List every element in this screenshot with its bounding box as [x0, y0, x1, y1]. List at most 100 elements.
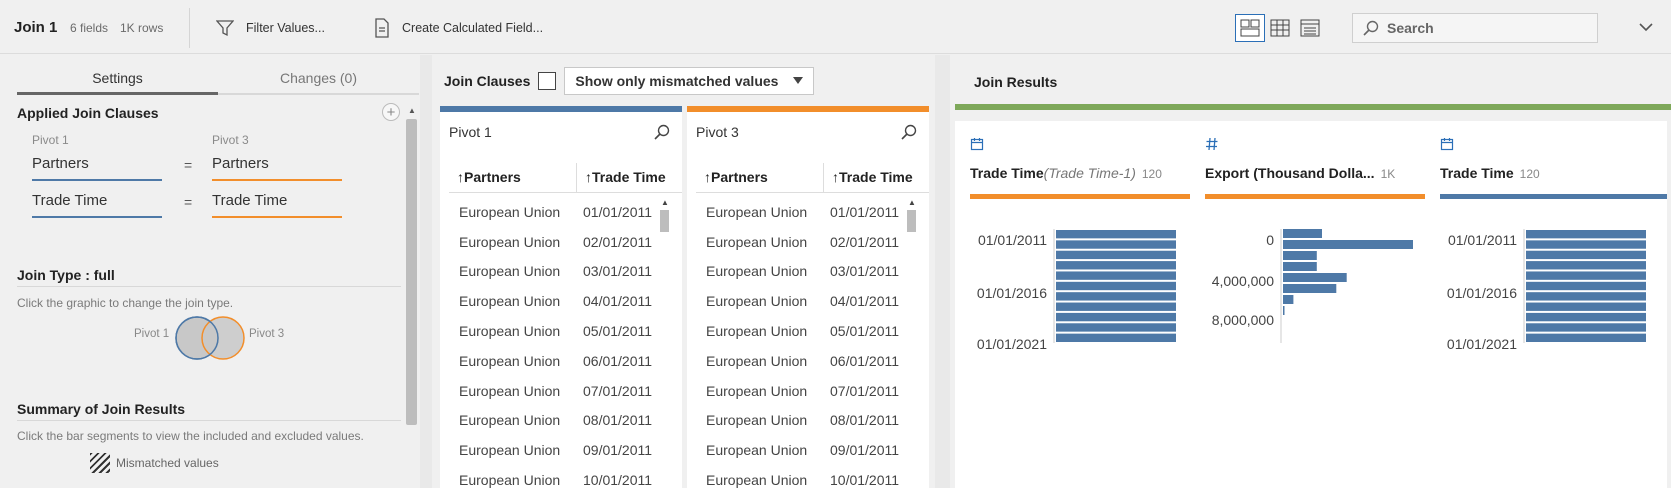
- table-row[interactable]: European Union 04/01/2011: [696, 286, 906, 316]
- histogram[interactable]: 01/01/2011 01/01/2016 01/01/2021: [955, 221, 1197, 361]
- clause-right-field[interactable]: Partners: [212, 155, 342, 181]
- settings-scrollbar[interactable]: [406, 119, 417, 425]
- join-clause-table: Pivot 3 ↑Partners ↑Trade Time European U…: [687, 106, 929, 488]
- histogram-bar: [1283, 251, 1317, 260]
- field-name: Export (Thousand Dolla... 1K: [1205, 165, 1396, 181]
- table-row[interactable]: European Union 06/01/2011: [696, 346, 906, 376]
- column-header-partners[interactable]: ↑Partners: [449, 163, 577, 192]
- column-header-partners[interactable]: ↑Partners: [696, 163, 824, 192]
- clause-left-field[interactable]: Trade Time: [32, 192, 162, 218]
- table-row[interactable]: European Union 06/01/2011: [449, 346, 659, 376]
- tab-settings[interactable]: Settings: [17, 61, 218, 95]
- profile-view-button[interactable]: [1235, 14, 1265, 42]
- add-join-clause-button[interactable]: +: [382, 103, 400, 121]
- profile-card[interactable]: Trade Time 120 01/01/2011 01/01/2016 01/01/2…: [1425, 121, 1667, 488]
- histogram-bar: [1526, 312, 1646, 322]
- histogram-bar: [1526, 333, 1646, 342]
- table-row[interactable]: European Union 10/01/2011: [449, 465, 659, 488]
- partners-cell: European Union: [706, 263, 808, 280]
- clause-left-field[interactable]: Partners: [32, 155, 162, 181]
- table-row[interactable]: European Union 05/01/2011: [449, 316, 659, 346]
- filter-values-button[interactable]: Filter Values...: [216, 16, 325, 40]
- panel-divider[interactable]: [420, 55, 432, 488]
- join-type-help: Click the graphic to change the join typ…: [17, 296, 234, 310]
- dropdown-arrow-icon: [793, 77, 804, 84]
- mismatched-values-legend[interactable]: Mismatched values: [90, 453, 219, 473]
- settings-tabs: Settings Changes (0): [17, 61, 419, 95]
- histogram-bar: [1056, 271, 1176, 280]
- venn-left-label: Pivot 1: [134, 328, 170, 340]
- table-row[interactable]: European Union 07/01/2011: [449, 376, 659, 406]
- right-source-label: Pivot 3: [212, 133, 249, 147]
- show-mismatched-checkbox[interactable]: [538, 72, 557, 90]
- partners-cell: European Union: [459, 472, 561, 488]
- filter-values-label: Filter Values...: [246, 21, 325, 35]
- table-row[interactable]: European Union 07/01/2011: [696, 376, 906, 406]
- table-row[interactable]: European Union 09/01/2011: [449, 435, 659, 465]
- table-row[interactable]: European Union 08/01/2011: [696, 406, 906, 436]
- table-row[interactable]: European Union 10/01/2011: [696, 465, 906, 488]
- hash-icon: [1206, 137, 1218, 151]
- clause-operator[interactable]: =: [184, 157, 192, 173]
- table-scrollbar[interactable]: ▲: [907, 198, 917, 232]
- partners-cell: European Union: [459, 233, 561, 250]
- table-row[interactable]: European Union 01/01/2011: [696, 197, 906, 227]
- table-row[interactable]: European Union 02/01/2011: [449, 227, 659, 257]
- column-header-trade-time[interactable]: ↑Trade Time: [577, 163, 677, 192]
- chevron-down-icon[interactable]: [1638, 19, 1654, 35]
- join-results-title: Join Results: [974, 74, 1058, 90]
- table-row[interactable]: European Union 08/01/2011: [449, 406, 659, 436]
- histogram-bar: [1056, 250, 1176, 260]
- table-scrollbar[interactable]: ▲: [660, 198, 670, 232]
- join-clauses-header: Join Clauses Show only mismatched values: [444, 67, 815, 95]
- view-toggle: [1235, 14, 1325, 42]
- column-header-trade-time[interactable]: ↑Trade Time: [824, 163, 924, 192]
- clause-right-field[interactable]: Trade Time: [212, 192, 342, 218]
- distinct-count: 1K: [1380, 167, 1396, 181]
- create-calculated-field-button[interactable]: Create Calculated Field...: [374, 16, 543, 40]
- partners-cell: European Union: [706, 382, 808, 399]
- partners-cell: European Union: [459, 442, 561, 459]
- search-icon[interactable]: [901, 124, 917, 140]
- table-row[interactable]: European Union 02/01/2011: [696, 227, 906, 257]
- profile-card[interactable]: Trade Time(Trade Time-1) 120 01/01/2011 01/…: [955, 121, 1197, 488]
- table-name: Pivot 1: [449, 124, 492, 140]
- partners-cell: European Union: [706, 442, 808, 459]
- join-type-venn-diagram[interactable]: [175, 315, 247, 361]
- row-count: 1K rows: [120, 21, 164, 35]
- partners-cell: European Union: [706, 412, 808, 429]
- table-row[interactable]: European Union 05/01/2011: [696, 316, 906, 346]
- panel-divider[interactable]: [935, 55, 950, 488]
- search-box[interactable]: [1352, 13, 1598, 43]
- histogram[interactable]: 01/01/2011 01/01/2016 01/01/2021: [1425, 221, 1667, 361]
- scroll-up-arrow[interactable]: ▲: [408, 106, 416, 115]
- table-row[interactable]: European Union 09/01/2011: [696, 435, 906, 465]
- mismatched-filter-dropdown[interactable]: Show only mismatched values: [564, 67, 815, 95]
- summary-title: Summary of Join Results: [17, 401, 186, 417]
- trade-time-cell: 06/01/2011: [830, 352, 900, 369]
- profile-card[interactable]: Export (Thousand Dolla... 1K 0 4,000,000 8,0…: [1190, 121, 1432, 488]
- table-rows: European Union 01/01/2011 European Union 02…: [449, 197, 659, 488]
- trade-time-cell: 05/01/2011: [583, 323, 653, 340]
- histogram-bar: [1526, 240, 1646, 249]
- table-row[interactable]: European Union 04/01/2011: [449, 286, 659, 316]
- list-view-button[interactable]: [1295, 14, 1325, 42]
- grid-view-button[interactable]: [1265, 14, 1295, 42]
- histogram-bar: [1056, 323, 1176, 332]
- table-rows: European Union 01/01/2011 European Union 02…: [696, 197, 906, 488]
- trade-time-cell: 02/01/2011: [583, 233, 653, 250]
- search-icon[interactable]: [654, 124, 670, 140]
- trade-time-cell: 01/01/2011: [830, 203, 900, 220]
- search-input[interactable]: [1387, 20, 1587, 36]
- table-row[interactable]: European Union 03/01/2011: [449, 257, 659, 287]
- tab-changes[interactable]: Changes (0): [218, 61, 419, 95]
- summary-help: Click the bar segments to view the inclu…: [17, 429, 364, 443]
- histogram[interactable]: 0 4,000,000 8,000,000: [1190, 221, 1432, 361]
- join-clause-table: Pivot 1 ↑Partners ↑Trade Time European U…: [440, 106, 682, 488]
- calculated-field-icon: [375, 18, 389, 38]
- trade-time-cell: 06/01/2011: [583, 352, 653, 369]
- clause-operator[interactable]: =: [184, 194, 192, 210]
- table-row[interactable]: European Union 01/01/2011: [449, 197, 659, 227]
- table-row[interactable]: European Union 03/01/2011: [696, 257, 906, 287]
- toolbar-divider: [189, 8, 190, 48]
